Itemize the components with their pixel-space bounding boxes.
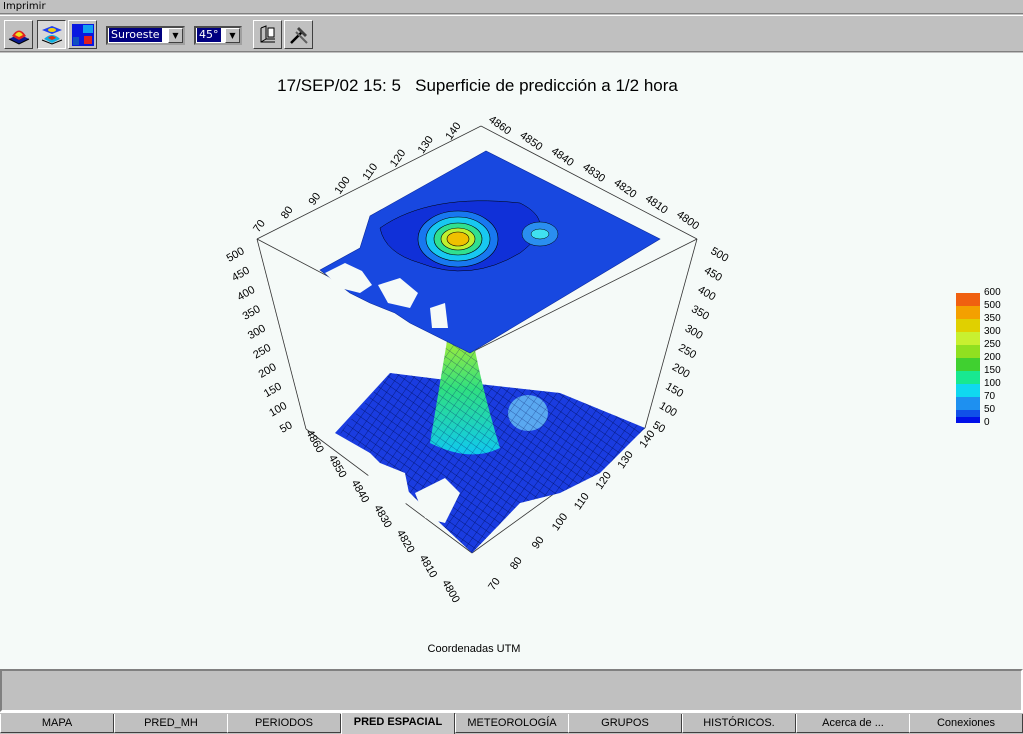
legend-swatch bbox=[956, 293, 980, 306]
legend-swatch bbox=[956, 358, 980, 371]
layered-contour-icon bbox=[41, 25, 62, 45]
z-tick-label-right: 200 bbox=[670, 361, 692, 381]
surface-3d-icon bbox=[8, 30, 29, 45]
color-map-icon bbox=[71, 23, 94, 46]
x-tick-label-top: 140 bbox=[443, 120, 463, 142]
z-tick-label-left: 150 bbox=[262, 381, 284, 401]
legend-swatch bbox=[956, 345, 980, 358]
z-tick-label-left: 50 bbox=[278, 419, 295, 436]
toolbar: Suroeste ▼ 45° ▼ bbox=[0, 15, 1023, 52]
legend-swatch bbox=[956, 332, 980, 345]
chevron-down-icon[interactable]: ▼ bbox=[225, 28, 240, 43]
y-tick-label-bottom: 4850 bbox=[326, 453, 349, 480]
z-tick-label-right: 400 bbox=[696, 284, 718, 304]
x-tick-label-bottom: 110 bbox=[572, 491, 592, 512]
surface-plot: 7070808090901001001101101201201301301401… bbox=[225, 114, 731, 605]
x-tick-label-top: 90 bbox=[307, 191, 324, 208]
x-tick-label-bottom: 80 bbox=[508, 555, 525, 572]
x-tick-label-top: 100 bbox=[333, 175, 353, 197]
z-tick-label-right: 100 bbox=[657, 400, 679, 420]
tab-pred-mh[interactable]: PRED_MH bbox=[114, 714, 228, 733]
tab-strip: MAPA PRED_MH PERIODOS PRED ESPACIAL METEOROL… bbox=[0, 712, 1023, 734]
tab-pred-espacial[interactable]: PRED ESPACIAL bbox=[341, 713, 455, 734]
z-tick-label-right: 250 bbox=[676, 342, 698, 362]
legend-label: 150 bbox=[984, 365, 1001, 376]
z-tick-label-right: 350 bbox=[689, 303, 711, 323]
legend-swatch bbox=[956, 319, 980, 332]
z-tick-label-left: 500 bbox=[225, 245, 247, 265]
tab-grupos[interactable]: GRUPOS bbox=[568, 714, 682, 733]
y-tick-label-top: 4860 bbox=[486, 114, 513, 138]
direction-select[interactable]: Suroeste ▼ bbox=[106, 26, 185, 45]
tab-meteorolog-a[interactable]: METEOROLOGÍA bbox=[455, 714, 569, 733]
legend-swatch bbox=[956, 417, 980, 423]
z-tick-label-left: 400 bbox=[235, 284, 257, 304]
legend-label: 0 bbox=[984, 417, 990, 428]
tools-button[interactable] bbox=[284, 20, 313, 49]
tab-hist-ricos[interactable]: HISTÓRICOS. bbox=[682, 714, 796, 733]
axis-frame-button[interactable] bbox=[253, 20, 282, 49]
tools-icon bbox=[289, 26, 308, 44]
angle-select-value: 45° bbox=[197, 28, 221, 42]
legend-swatch bbox=[956, 397, 980, 410]
angle-select[interactable]: 45° ▼ bbox=[194, 26, 242, 45]
legend-label: 350 bbox=[984, 313, 1001, 324]
y-tick-label-top: 4820 bbox=[612, 177, 639, 201]
legend-label: 200 bbox=[984, 352, 1001, 363]
z-tick-label-right: 150 bbox=[663, 381, 685, 401]
legend-label: 500 bbox=[984, 300, 1001, 311]
x-tick-label-bottom: 100 bbox=[550, 511, 570, 533]
legend-label: 250 bbox=[984, 339, 1001, 350]
legend-swatch bbox=[956, 306, 980, 319]
z-tick-label-left: 300 bbox=[246, 323, 268, 343]
x-tick-label-top: 70 bbox=[251, 218, 268, 235]
status-bar bbox=[0, 669, 1023, 712]
z-tick-label-left: 250 bbox=[251, 342, 273, 362]
direction-select-value: Suroeste bbox=[109, 28, 162, 42]
tab-mapa[interactable]: MAPA bbox=[0, 714, 114, 733]
axis-frame-icon bbox=[260, 24, 275, 42]
x-tick-label-top: 120 bbox=[388, 147, 408, 169]
z-tick-label-left: 350 bbox=[241, 303, 263, 323]
x-tick-label-top: 80 bbox=[279, 204, 296, 221]
legend-label: 100 bbox=[984, 378, 1001, 389]
y-tick-label-bottom: 4820 bbox=[394, 528, 417, 555]
tab-conexiones[interactable]: Conexiones bbox=[909, 714, 1023, 733]
tab-periodos[interactable]: PERIODOS bbox=[227, 714, 341, 733]
chart-area: 17/SEP/02 15: 5 Superficie de predicción… bbox=[0, 53, 1023, 669]
x-tick-label-top: 130 bbox=[416, 134, 436, 156]
x-tick-label-bottom: 90 bbox=[530, 534, 547, 551]
y-tick-label-bottom: 4800 bbox=[439, 578, 462, 605]
z-tick-label-right: 300 bbox=[683, 323, 705, 343]
legend-label: 70 bbox=[984, 391, 996, 402]
y-tick-label-bottom: 4810 bbox=[417, 553, 440, 580]
x-tick-label-top: 110 bbox=[360, 161, 380, 182]
z-tick-label-right: 500 bbox=[709, 245, 731, 265]
tab-acerca-de[interactable]: Acerca de ... bbox=[796, 714, 910, 733]
y-tick-label-top: 4850 bbox=[518, 129, 545, 153]
x-tick-label-bottom: 70 bbox=[486, 576, 503, 593]
y-tick-label-bottom: 4860 bbox=[303, 428, 326, 455]
legend-swatch bbox=[956, 371, 980, 384]
menu-imprimir[interactable]: Imprimir bbox=[3, 1, 46, 12]
legend-swatch bbox=[956, 384, 980, 397]
legend-label: 600 bbox=[984, 287, 1001, 298]
y-tick-label-top: 4840 bbox=[549, 145, 576, 169]
x-axis-caption: Coordenadas UTM bbox=[427, 643, 521, 655]
z-tick-label-right: 450 bbox=[702, 265, 724, 285]
legend-label: 300 bbox=[984, 326, 1001, 337]
chevron-down-icon[interactable]: ▼ bbox=[168, 28, 183, 43]
z-tick-label-left: 100 bbox=[267, 400, 289, 420]
menu-bar: Imprimir bbox=[0, 0, 1023, 14]
y-tick-label-top: 4830 bbox=[580, 161, 607, 185]
z-tick-label-left: 200 bbox=[257, 361, 279, 381]
layered-contour-button[interactable] bbox=[37, 20, 66, 49]
surface-3d-button[interactable] bbox=[4, 20, 33, 49]
legend-label: 50 bbox=[984, 404, 996, 415]
z-tick-label-left: 450 bbox=[230, 265, 252, 285]
color-map-button[interactable] bbox=[68, 20, 97, 49]
